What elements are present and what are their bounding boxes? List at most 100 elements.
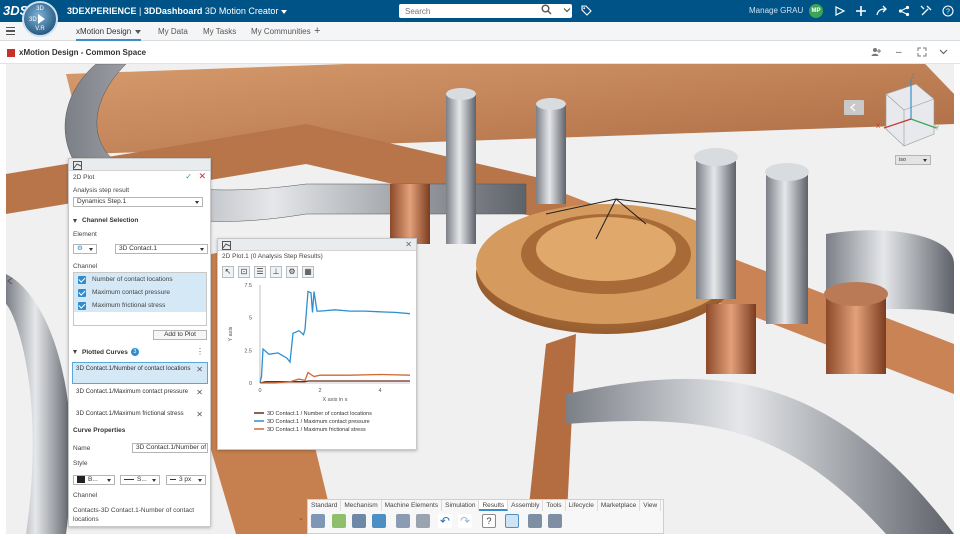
search-input[interactable] <box>399 5 534 17</box>
minimize-icon[interactable]: – <box>896 47 902 59</box>
close-icon[interactable]: ✕ <box>198 171 206 182</box>
add-to-plot-button[interactable]: Add to Plot <box>153 330 207 340</box>
tab-my-communities[interactable]: My Communities <box>251 27 311 36</box>
legend-tool-icon[interactable]: ☰ <box>254 266 266 278</box>
curve-item[interactable]: 3D Contact.1/Maximum frictional stress <box>73 410 206 418</box>
redo-icon[interactable]: ↷ <box>458 514 472 528</box>
user-name[interactable]: Manage GRAU <box>749 6 803 15</box>
network-icon[interactable] <box>898 5 910 17</box>
help-icon[interactable]: ? <box>942 5 954 17</box>
toolbar-tab-assembly[interactable]: Assembly <box>508 500 544 511</box>
play-icon[interactable] <box>37 14 45 24</box>
settings-icon[interactable]: ⚙ <box>286 266 298 278</box>
channel-checkbox[interactable] <box>78 302 86 310</box>
curve-properties-header[interactable]: Curve Properties <box>73 427 125 434</box>
plot-window-title: 2D Plot.1 (0 Analysis Step Results) <box>222 253 323 260</box>
forward-icon[interactable] <box>876 5 888 17</box>
tab-my-data[interactable]: My Data <box>158 27 188 36</box>
compass-icon[interactable]: 3D 3D V.R <box>22 1 58 37</box>
menu-icon[interactable] <box>6 27 15 35</box>
chevron-down-icon[interactable] <box>135 29 142 34</box>
toolbar-tab-mechanism[interactable]: Mechanism <box>341 500 382 511</box>
toolbar-tab-marketplace[interactable]: Marketplace <box>598 500 641 511</box>
toolbar-tab-standard[interactable]: Standard <box>308 500 342 511</box>
curve-item[interactable]: 3D Contact.1/Number of contact locations <box>73 365 206 373</box>
app-header: xMotion Design - Common Space – <box>0 42 960 64</box>
panel-title: 2D Plot <box>73 174 95 181</box>
toolbar-tab-simulation[interactable]: Simulation <box>442 500 480 511</box>
avatar[interactable]: MP <box>809 4 823 18</box>
panel-header <box>69 159 210 171</box>
x-tick-label: 4 <box>378 388 381 394</box>
table-icon[interactable]: ▦ <box>302 266 314 278</box>
curve-color-select[interactable]: B... <box>73 475 115 485</box>
legend-entry: 3D Contact.1 / Number of contact locatio… <box>267 411 372 417</box>
legend-entry: 3D Contact.1 / Maximum contact pressure <box>267 419 370 425</box>
curve-name-field[interactable]: 3D Contact.1/Number of <box>132 443 208 453</box>
channel-value: Contacts-3D Contact.1-Number of contact … <box>73 507 195 523</box>
clipboard-icon[interactable] <box>396 514 410 528</box>
line-style-select[interactable]: S... <box>120 475 160 485</box>
channel-label: Channel <box>73 263 98 270</box>
element-type-select[interactable]: ⚙ <box>73 244 97 254</box>
remove-curve-icon[interactable]: ✕ <box>196 365 203 374</box>
tag-icon[interactable] <box>580 5 592 17</box>
chevron-down-icon[interactable] <box>939 47 948 60</box>
remove-curve-icon[interactable]: ✕ <box>196 388 203 397</box>
fit-tool-icon[interactable]: ⊡ <box>238 266 250 278</box>
save-icon[interactable] <box>352 514 366 528</box>
share-icon[interactable] <box>834 5 846 17</box>
channel-checkbox[interactable] <box>78 289 86 297</box>
plus-icon[interactable] <box>855 5 867 17</box>
analysis-step-select[interactable]: Dynamics Step.1 <box>73 197 203 207</box>
toolbar-tab-machine-elements[interactable]: Machine Elements <box>382 500 443 511</box>
curve-item[interactable]: 3D Contact.1/Maximum contact pressure <box>73 388 206 396</box>
remove-curve-icon[interactable]: ✕ <box>196 410 203 419</box>
user-share-icon[interactable] <box>871 47 881 61</box>
toolbar-tab-view[interactable]: View <box>640 500 662 511</box>
x-tick-label: 0 <box>258 388 261 394</box>
chevron-down-icon[interactable] <box>561 5 573 17</box>
tab-my-tasks[interactable]: My Tasks <box>203 27 236 36</box>
add-tab-icon[interactable]: + <box>314 25 320 37</box>
undo-icon[interactable]: ↶ <box>438 514 452 528</box>
results-table-icon[interactable] <box>528 514 542 528</box>
element-select[interactable]: 3D Contact.1 <box>115 244 208 254</box>
database-icon[interactable] <box>311 514 325 528</box>
collapse-button[interactable] <box>844 100 864 115</box>
chevron-down-icon[interactable]: ⌄ <box>298 514 304 522</box>
search-icon[interactable] <box>540 4 552 16</box>
analysis-label: Analysis step result <box>73 187 129 194</box>
contact-chart[interactable]: 0 2.5 5 7.5 0 2 4 X axis in s Y axis 3D Contact.1… <box>218 281 416 449</box>
plot-icon[interactable] <box>505 514 519 528</box>
toolbar-tab-lifecycle[interactable]: Lifecycle <box>566 500 598 511</box>
app-title: xMotion Design - Common Space <box>19 48 147 57</box>
more-options-icon[interactable]: ⋮ <box>196 347 204 356</box>
gear-leaf-icon[interactable] <box>332 514 346 528</box>
results-grid-icon[interactable] <box>548 514 562 528</box>
toolbar-tab-tools[interactable]: Tools <box>543 500 566 511</box>
line-width-select[interactable]: 3 px <box>166 475 206 485</box>
close-icon[interactable]: ✕ <box>405 240 412 249</box>
maximize-icon[interactable] <box>917 47 927 61</box>
view-select[interactable]: iso <box>895 155 931 165</box>
axis-tool-icon[interactable]: ⊥ <box>270 266 282 278</box>
plotted-curves-header[interactable]: Plotted Curves 3 <box>73 348 139 356</box>
channel-item[interactable]: Maximum frictional stress <box>92 302 165 309</box>
gear-icon[interactable] <box>416 514 430 528</box>
refresh-icon[interactable] <box>372 514 386 528</box>
channel-checkbox[interactable] <box>78 276 86 284</box>
select-tool-icon[interactable]: ↖ <box>222 266 234 278</box>
channel-item[interactable]: Maximum contact pressure <box>92 289 170 296</box>
contact-icon: ⚙ <box>77 245 83 252</box>
help-icon[interactable]: ? <box>482 514 496 528</box>
chevron-down-icon[interactable] <box>281 9 288 14</box>
channel-selection-header[interactable]: Channel Selection <box>73 217 138 224</box>
tab-xmotion-design[interactable]: xMotion Design <box>76 27 142 41</box>
svg-text:?: ? <box>946 9 950 16</box>
axis-y-label: Y <box>935 126 940 132</box>
channel-item[interactable]: Number of contact locations <box>92 276 173 283</box>
tools-icon[interactable] <box>920 5 932 17</box>
confirm-icon[interactable]: ✓ <box>185 172 192 181</box>
toolbar-tab-results[interactable]: Results <box>479 500 509 511</box>
